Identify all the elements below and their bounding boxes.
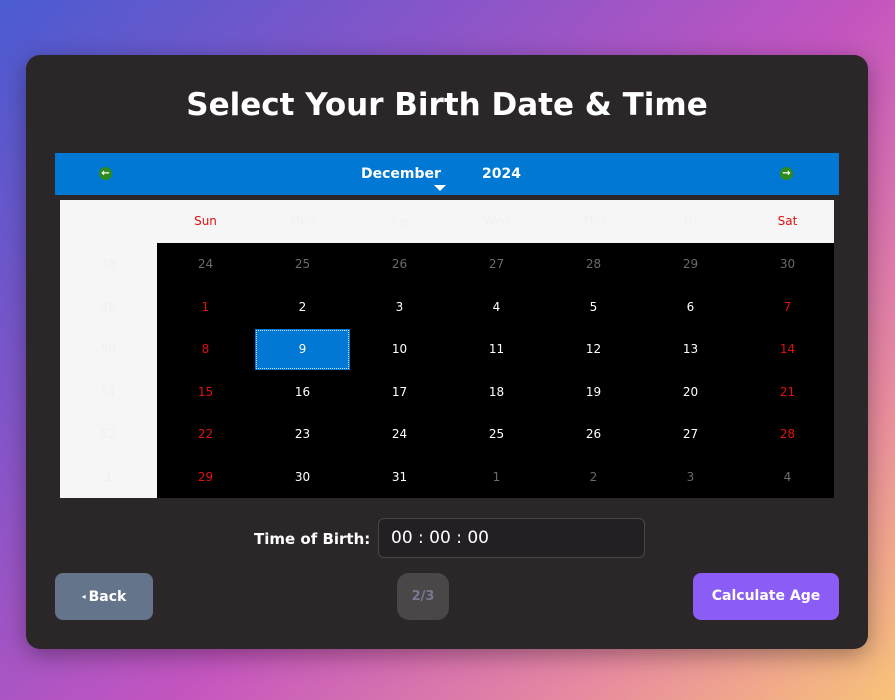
calendar-day[interactable]: 26 [545, 413, 642, 456]
calendar-day[interactable]: 2 [545, 456, 642, 499]
calendar-day[interactable]: 3 [642, 456, 739, 499]
dow-sun: Sun [194, 214, 217, 228]
month-dropdown-caret-icon[interactable] [434, 185, 446, 191]
dow-wed: Wed [483, 214, 510, 228]
week-number: 51 [100, 384, 117, 399]
next-month-icon[interactable]: → [780, 167, 793, 180]
calendar-day[interactable]: 7 [739, 286, 836, 329]
calendar-day[interactable]: 30 [254, 456, 351, 499]
calendar-day[interactable]: 25 [448, 413, 545, 456]
calendar-header: ← December 2024 → [55, 153, 839, 195]
dow-sat: Sat [777, 214, 798, 228]
calendar-day[interactable]: 4 [739, 456, 836, 499]
calendar-day[interactable]: 5 [545, 286, 642, 329]
calendar-day[interactable]: 20 [642, 371, 739, 414]
calendar-day[interactable]: 14 [739, 328, 836, 371]
birth-date-card: Select Your Birth Date & Time ← December… [26, 55, 868, 649]
dow-fri: Fri [683, 214, 698, 228]
back-button[interactable]: ◂ Back [55, 573, 153, 620]
back-button-label: Back [88, 589, 127, 605]
calendar-day[interactable]: 27 [642, 413, 739, 456]
calendar-day[interactable]: 10 [351, 328, 448, 371]
calendar-day[interactable]: 13 [642, 328, 739, 371]
week-number: 1 [104, 469, 113, 484]
calendar-day[interactable]: 29 [642, 243, 739, 286]
calendar-day[interactable]: 26 [351, 243, 448, 286]
dow-mon: Mon [289, 214, 316, 228]
calendar-day[interactable]: 29 [157, 456, 254, 499]
calendar-day[interactable]: 16 [254, 371, 351, 414]
dow-thu: Thu [582, 214, 605, 228]
calendar-day[interactable]: 12 [545, 328, 642, 371]
calendar-day[interactable]: 28 [739, 413, 836, 456]
calendar-day[interactable]: 11 [448, 328, 545, 371]
calendar-day[interactable]: 28 [545, 243, 642, 286]
calendar-day[interactable]: 22 [157, 413, 254, 456]
week-number: 49 [100, 299, 117, 314]
calendar-day[interactable]: 18 [448, 371, 545, 414]
step-indicator: 2/3 [397, 573, 449, 620]
calendar-day[interactable]: 8 [157, 328, 254, 371]
calendar-day[interactable]: 24 [351, 413, 448, 456]
calendar-day[interactable]: 30 [739, 243, 836, 286]
calendar-day[interactable]: 6 [642, 286, 739, 329]
page-title: Select Your Birth Date & Time [186, 87, 708, 123]
calendar-day[interactable]: 31 [351, 456, 448, 499]
year-select[interactable]: 2024 [482, 166, 521, 182]
calendar-day[interactable]: 1 [157, 286, 254, 329]
calendar-day[interactable]: 17 [351, 371, 448, 414]
calendar-day[interactable]: 15 [157, 371, 254, 414]
calendar-day[interactable]: 2 [254, 286, 351, 329]
time-of-birth-label: Time of Birth: [254, 530, 371, 548]
week-number: 50 [100, 342, 117, 356]
calendar-day[interactable]: 19 [545, 371, 642, 414]
calendar-day[interactable]: 21 [739, 371, 836, 414]
back-arrow-icon: ◂ [81, 592, 86, 601]
dow-tue: Tue [389, 214, 410, 228]
calendar-day[interactable]: 1 [448, 456, 545, 499]
calendar-day[interactable]: 23 [254, 413, 351, 456]
week-number: 52 [100, 427, 117, 441]
calendar-day[interactable]: 27 [448, 243, 545, 286]
month-select[interactable]: December [361, 166, 441, 182]
time-of-birth-input[interactable] [378, 518, 645, 558]
calendar-day[interactable]: 24 [157, 243, 254, 286]
calculate-age-button[interactable]: Calculate Age [693, 573, 839, 620]
days-of-week-row: Sun Mon Tue Wed Thu Fri Sat [157, 200, 834, 243]
calendar-day[interactable]: 3 [351, 286, 448, 329]
calendar-grid: Sun Mon Tue Wed Thu Fri Sat 48 24 25 26 27 28 29 30 49… [60, 200, 834, 498]
calendar-day-selected[interactable]: 9 [255, 329, 350, 370]
calendar-day[interactable]: 4 [448, 286, 545, 329]
prev-month-icon[interactable]: ← [99, 167, 112, 180]
week-number: 48 [100, 257, 117, 271]
calendar-day[interactable]: 25 [254, 243, 351, 286]
